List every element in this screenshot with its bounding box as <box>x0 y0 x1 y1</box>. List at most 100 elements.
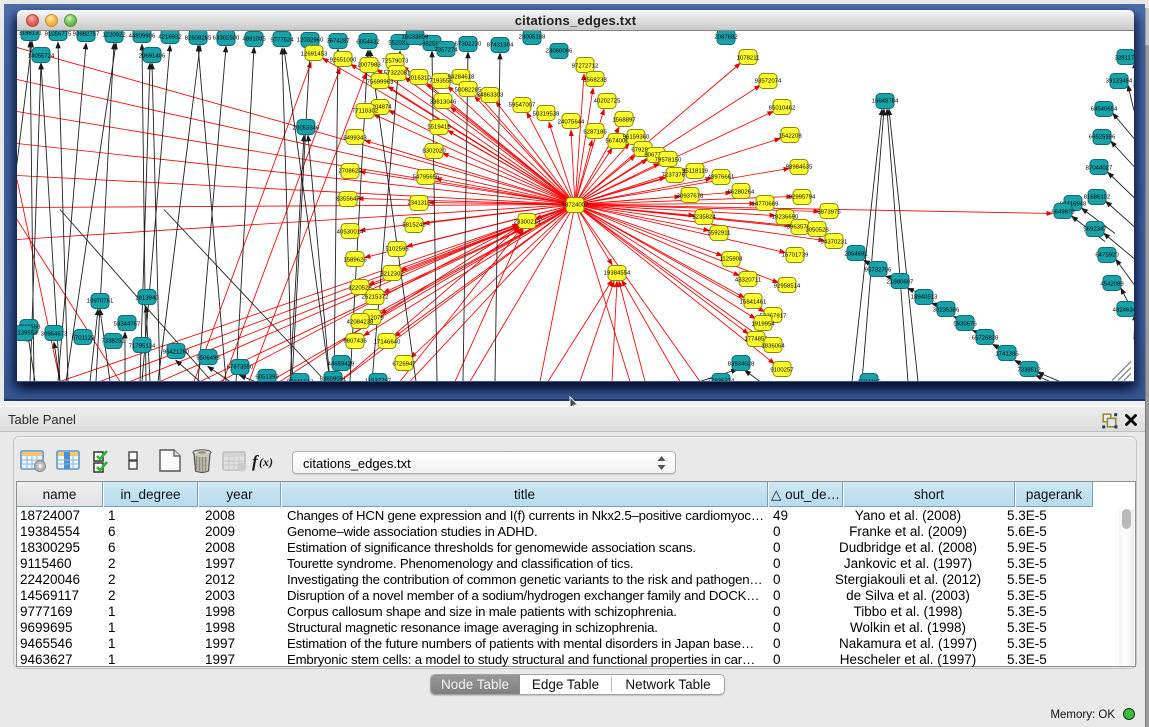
svg-text:42084238: 42084238 <box>347 319 374 326</box>
svg-text:4542089: 4542089 <box>1100 281 1124 288</box>
svg-text:16701739: 16701739 <box>782 252 809 259</box>
svg-text:6287186: 6287186 <box>583 129 607 136</box>
svg-text:23300213: 23300213 <box>514 219 541 226</box>
svg-text:93572074: 93572074 <box>755 78 782 85</box>
svg-text:43320711: 43320711 <box>735 277 762 284</box>
svg-text:23080096: 23080096 <box>546 48 573 55</box>
svg-text:5519415: 5519415 <box>427 124 451 131</box>
svg-text:40202725: 40202725 <box>594 98 621 105</box>
svg-text:86280264: 86280264 <box>728 189 755 196</box>
svg-text:97272712: 97272712 <box>572 63 599 70</box>
svg-text:19384554: 19384554 <box>604 270 631 277</box>
svg-text:68540654: 68540654 <box>1091 106 1118 113</box>
svg-text:72579073: 72579073 <box>382 58 409 65</box>
svg-text:2087682: 2087682 <box>714 34 738 41</box>
svg-text:6499343: 6499343 <box>343 135 367 142</box>
svg-text:16648784: 16648784 <box>872 98 899 105</box>
svg-text:9777524: 9777524 <box>270 37 294 44</box>
svg-text:96421280: 96421280 <box>163 349 190 356</box>
svg-text:11537797: 11537797 <box>365 378 392 382</box>
svg-text:6649979: 6649979 <box>1051 209 1075 216</box>
svg-text:77836374: 77836374 <box>708 378 735 382</box>
svg-text:5692347: 5692347 <box>1083 226 1107 233</box>
svg-text:48976661: 48976661 <box>708 174 735 181</box>
svg-text:87841613: 87841613 <box>287 379 314 382</box>
svg-text:66525596: 66525596 <box>1089 134 1116 141</box>
svg-text:65726838: 65726838 <box>972 335 999 342</box>
svg-text:7357274: 7357274 <box>434 47 458 54</box>
svg-text:17146640: 17146640 <box>374 339 401 346</box>
svg-text:2016310: 2016310 <box>407 75 431 82</box>
svg-text:95732706: 95732706 <box>865 267 892 274</box>
svg-text:18724007: 18724007 <box>562 202 589 209</box>
svg-text:9807436: 9807436 <box>343 338 367 345</box>
svg-text:3873975: 3873975 <box>817 209 841 216</box>
svg-text:67302230: 67302230 <box>455 41 482 48</box>
svg-text:1836064: 1836064 <box>761 343 785 350</box>
svg-text:(x): (x) <box>259 455 273 469</box>
svg-text:9100257: 9100257 <box>770 367 794 374</box>
svg-text:30937678: 30937678 <box>677 193 704 200</box>
svg-text:87044027: 87044027 <box>1086 165 1113 172</box>
svg-text:5815248: 5815248 <box>402 222 426 229</box>
svg-text:6726947: 6726947 <box>392 361 416 368</box>
svg-text:9506498: 9506498 <box>196 355 220 362</box>
svg-text:50319538: 50319538 <box>533 111 560 118</box>
svg-text:30235386: 30235386 <box>933 307 960 314</box>
svg-text:8302020: 8302020 <box>422 148 446 155</box>
svg-text:14055724: 14055724 <box>28 53 55 60</box>
svg-text:3050528: 3050528 <box>805 227 829 234</box>
svg-text:3281178: 3281178 <box>1115 55 1134 62</box>
svg-text:20691406: 20691406 <box>139 53 166 60</box>
svg-text:54795656: 54795656 <box>413 174 440 181</box>
svg-text:91056775: 91056775 <box>45 31 72 38</box>
svg-text:71795134: 71795134 <box>129 343 156 350</box>
svg-text:30964673: 30964673 <box>41 331 68 338</box>
svg-text:6475920: 6475920 <box>1095 252 1119 259</box>
svg-text:8568238: 8568238 <box>583 77 607 84</box>
svg-text:96159360: 96159360 <box>623 134 650 141</box>
svg-text:7338512: 7338512 <box>1017 367 1041 374</box>
svg-text:12691453: 12691453 <box>301 51 328 58</box>
svg-text:1919954: 1919954 <box>751 321 775 328</box>
svg-text:6051399: 6051399 <box>255 374 279 381</box>
svg-text:1125908: 1125908 <box>720 256 744 263</box>
svg-text:5235824: 5235824 <box>692 214 716 221</box>
svg-text:83934028: 83934028 <box>728 361 755 368</box>
svg-text:49139553: 49139553 <box>17 330 38 337</box>
svg-text:20053346: 20053346 <box>293 125 320 132</box>
svg-text:24075644: 24075644 <box>558 119 585 126</box>
svg-text:6701129: 6701129 <box>72 335 96 342</box>
svg-text:93982757: 93982757 <box>73 31 100 38</box>
svg-text:8212302: 8212302 <box>380 271 404 278</box>
svg-text:16841461: 16841461 <box>740 299 767 306</box>
svg-text:5102598: 5102598 <box>385 246 409 253</box>
svg-text:77110302: 77110302 <box>352 108 379 115</box>
svg-text:1078211: 1078211 <box>737 55 761 62</box>
svg-text:79578150: 79578150 <box>655 157 682 164</box>
svg-text:75699963: 75699963 <box>367 79 394 86</box>
svg-text:8355647: 8355647 <box>336 196 360 203</box>
svg-text:1604195: 1604195 <box>857 379 881 382</box>
svg-text:40530014: 40530014 <box>337 229 364 236</box>
svg-text:4891005: 4891005 <box>242 36 266 43</box>
svg-text:14770669: 14770669 <box>752 201 779 208</box>
svg-text:1589626: 1589626 <box>343 257 367 264</box>
svg-text:59547007: 59547007 <box>509 102 536 109</box>
svg-text:39123494: 39123494 <box>1106 78 1133 85</box>
svg-text:2341310: 2341310 <box>407 200 431 207</box>
svg-text:44659429: 44659429 <box>328 361 355 368</box>
svg-text:1542208: 1542208 <box>778 133 802 140</box>
svg-text:92958514: 92958514 <box>774 283 801 290</box>
svg-text:1220922: 1220922 <box>102 32 126 39</box>
svg-text:94284618: 94284618 <box>448 74 475 81</box>
svg-text:28005188: 28005188 <box>519 34 546 41</box>
svg-text:82995794: 82995794 <box>789 194 816 201</box>
svg-text:7338251: 7338251 <box>101 338 125 345</box>
svg-text:4216932: 4216932 <box>158 34 182 41</box>
svg-text:2813940: 2813940 <box>135 295 159 302</box>
svg-text:34863303: 34863303 <box>477 92 504 99</box>
svg-text:2007983: 2007983 <box>357 62 381 69</box>
svg-text:95118119: 95118119 <box>682 168 708 175</box>
svg-text:10970761: 10970761 <box>87 298 114 305</box>
